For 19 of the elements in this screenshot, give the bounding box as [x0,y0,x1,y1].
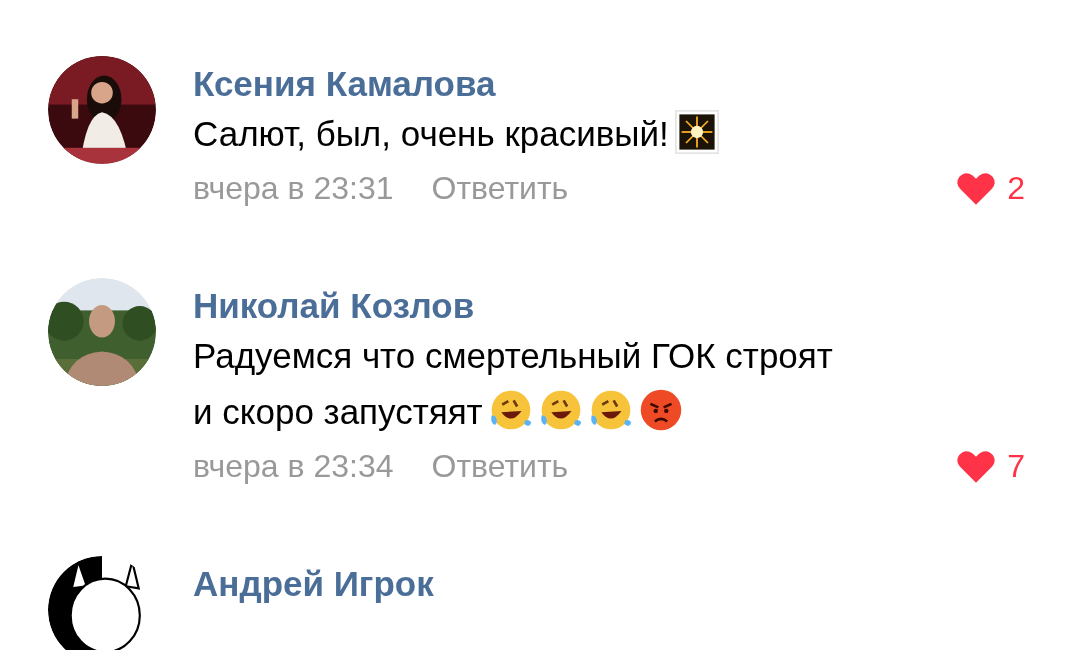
like-button[interactable]: 2 [955,166,1025,210]
comment-time: вчера в 23:31 [193,169,394,208]
comment-text: Салют, был, очень красивый! [193,114,669,153]
heart-icon [955,170,998,206]
comment-time: вчера в 23:34 [193,447,394,486]
heart-icon [955,448,998,484]
author-name[interactable]: Ксения Камалова [193,62,496,106]
laughing-face-icon [488,388,533,432]
author-name[interactable]: Андрей Игрок [193,562,434,606]
reply-link[interactable]: Ответить [431,166,569,210]
laughing-face-icon [588,388,633,432]
comment-text: Радуемся что смертельный ГОК строят [193,336,833,375]
author-name[interactable]: Николай Козлов [193,284,475,328]
like-button[interactable]: 7 [955,444,1025,488]
angry-face-icon [638,388,683,432]
reply-link[interactable]: Ответить [431,444,569,488]
comment-text: и скоро запустяят [193,392,483,431]
laughing-face-icon [538,388,583,432]
fireworks-icon [674,110,719,154]
